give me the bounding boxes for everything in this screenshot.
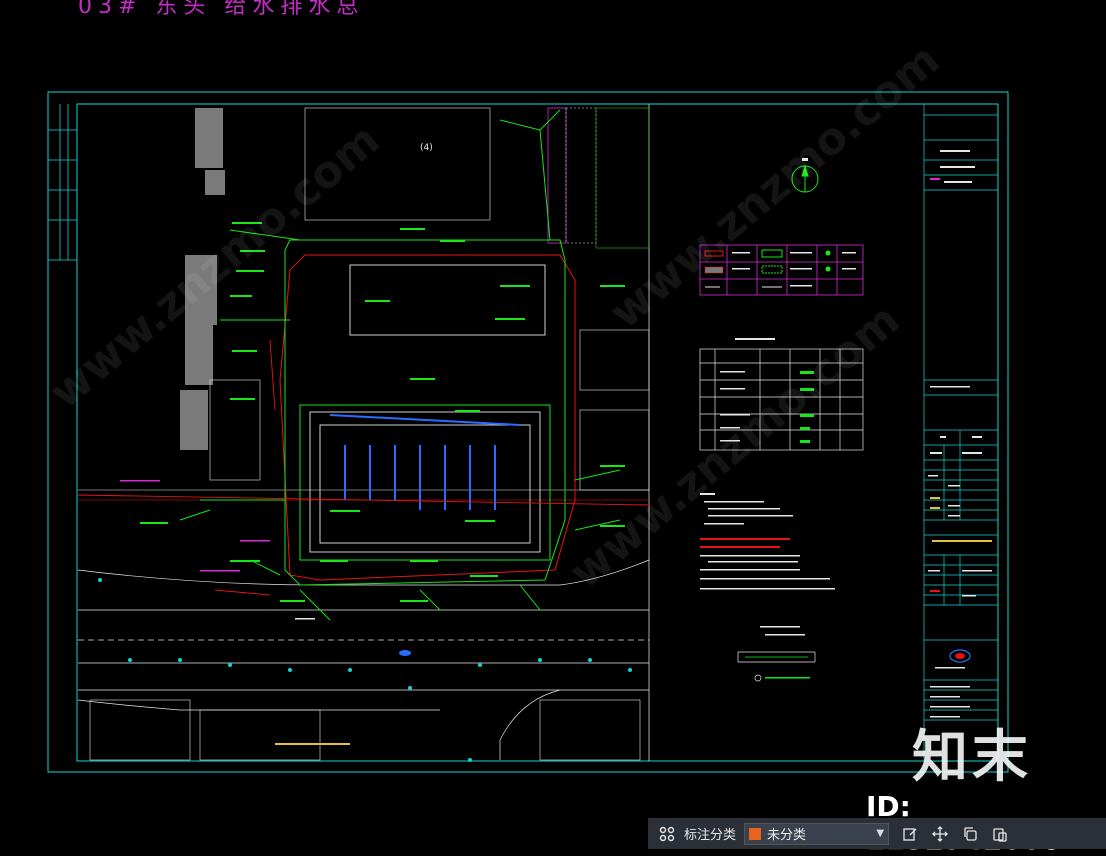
annotation-toolbar: 标注分类 未分类 ▼ bbox=[648, 818, 1106, 849]
landscape-strip bbox=[547, 107, 650, 249]
chevron-down-icon: ▼ bbox=[876, 828, 885, 839]
bottom-company-marker bbox=[275, 743, 350, 745]
grid-icon[interactable] bbox=[656, 823, 678, 845]
trench-detail bbox=[737, 626, 816, 682]
toolbar-actions bbox=[899, 823, 1011, 845]
design-notes bbox=[700, 493, 835, 590]
category-color-swatch bbox=[749, 827, 762, 840]
building-columns bbox=[329, 414, 521, 510]
valve-symbols bbox=[98, 578, 632, 762]
watermark-logo: 知末 bbox=[912, 725, 1032, 790]
existing-buildings bbox=[78, 107, 650, 761]
street-lines bbox=[77, 559, 650, 760]
paste-icon[interactable] bbox=[989, 823, 1011, 845]
site-boundary bbox=[279, 254, 576, 581]
new-building bbox=[309, 264, 546, 553]
sheet-inner-frame bbox=[76, 103, 999, 762]
category-select[interactable]: 未分类 ▼ bbox=[744, 822, 890, 845]
copy-icon[interactable] bbox=[959, 823, 981, 845]
edit-icon[interactable] bbox=[899, 823, 921, 845]
title-block-accents bbox=[930, 178, 992, 592]
annotation-category-label: 标注分类 bbox=[684, 828, 737, 843]
category-select-value: 未分类 bbox=[767, 828, 807, 843]
street-label-marker bbox=[295, 618, 411, 656]
binding-strip bbox=[48, 104, 77, 261]
drawing-title: 03# 东头 给水排水总 bbox=[78, 0, 365, 19]
water-supply-pipes bbox=[179, 109, 621, 621]
move-icon[interactable] bbox=[929, 823, 951, 845]
site-marks bbox=[120, 480, 270, 572]
building-4-label: (4) bbox=[420, 143, 433, 153]
company-logo-icon bbox=[935, 649, 971, 669]
